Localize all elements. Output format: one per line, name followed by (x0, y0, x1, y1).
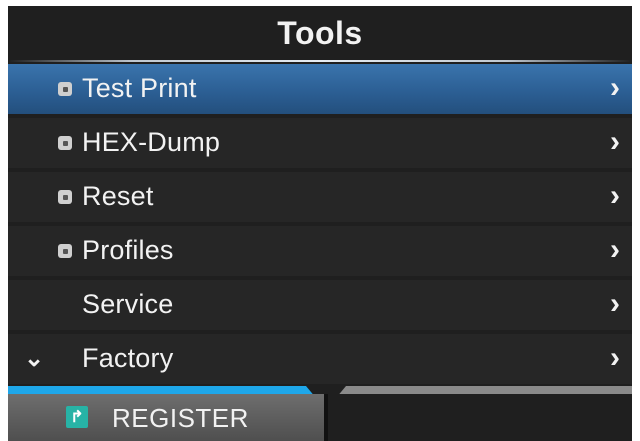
scroll-progress-fill (8, 386, 320, 394)
chevron-right-icon: › (610, 125, 620, 158)
lock-icon (58, 244, 72, 258)
register-label: REGISTER (112, 403, 249, 433)
menu-item-hex-dump[interactable]: HEX-Dump › (8, 118, 632, 168)
lock-icon (58, 82, 72, 96)
chevron-right-icon: › (610, 179, 620, 212)
register-icon: ↱ (66, 406, 88, 428)
menu-item-factory[interactable]: ⌄ Factory › (8, 334, 632, 384)
menu-item-label: Reset (82, 181, 154, 211)
chevron-right-icon: › (610, 341, 620, 374)
menu-item-label: Profiles (82, 235, 174, 265)
title-bar: Tools (8, 6, 632, 60)
lock-icon (58, 136, 72, 150)
menu-item-test-print[interactable]: Test Print › (8, 64, 632, 114)
menu-item-profiles[interactable]: Profiles › (8, 226, 632, 276)
title-underline (8, 60, 632, 62)
lock-icon (58, 190, 72, 204)
menu-item-label: Factory (82, 343, 174, 373)
page-title: Tools (277, 14, 363, 51)
chevron-right-icon: › (610, 71, 620, 104)
chevron-right-icon: › (610, 233, 620, 266)
menu-item-label: Service (82, 289, 174, 319)
right-softkey[interactable] (328, 394, 632, 441)
menu-item-service[interactable]: Service › (8, 280, 632, 330)
printer-display: Tools Test Print › HEX-Dump › Reset › Pr… (8, 6, 632, 441)
chevron-right-icon: › (610, 287, 620, 320)
tools-menu: Test Print › HEX-Dump › Reset › Profiles… (8, 64, 632, 388)
softkey-bar: ↱ REGISTER (8, 394, 632, 441)
menu-item-reset[interactable]: Reset › (8, 172, 632, 222)
menu-item-label: HEX-Dump (82, 127, 221, 157)
register-softkey[interactable]: ↱ REGISTER (8, 394, 324, 441)
chevron-down-icon: ⌄ (24, 345, 45, 372)
menu-item-label: Test Print (82, 73, 197, 103)
